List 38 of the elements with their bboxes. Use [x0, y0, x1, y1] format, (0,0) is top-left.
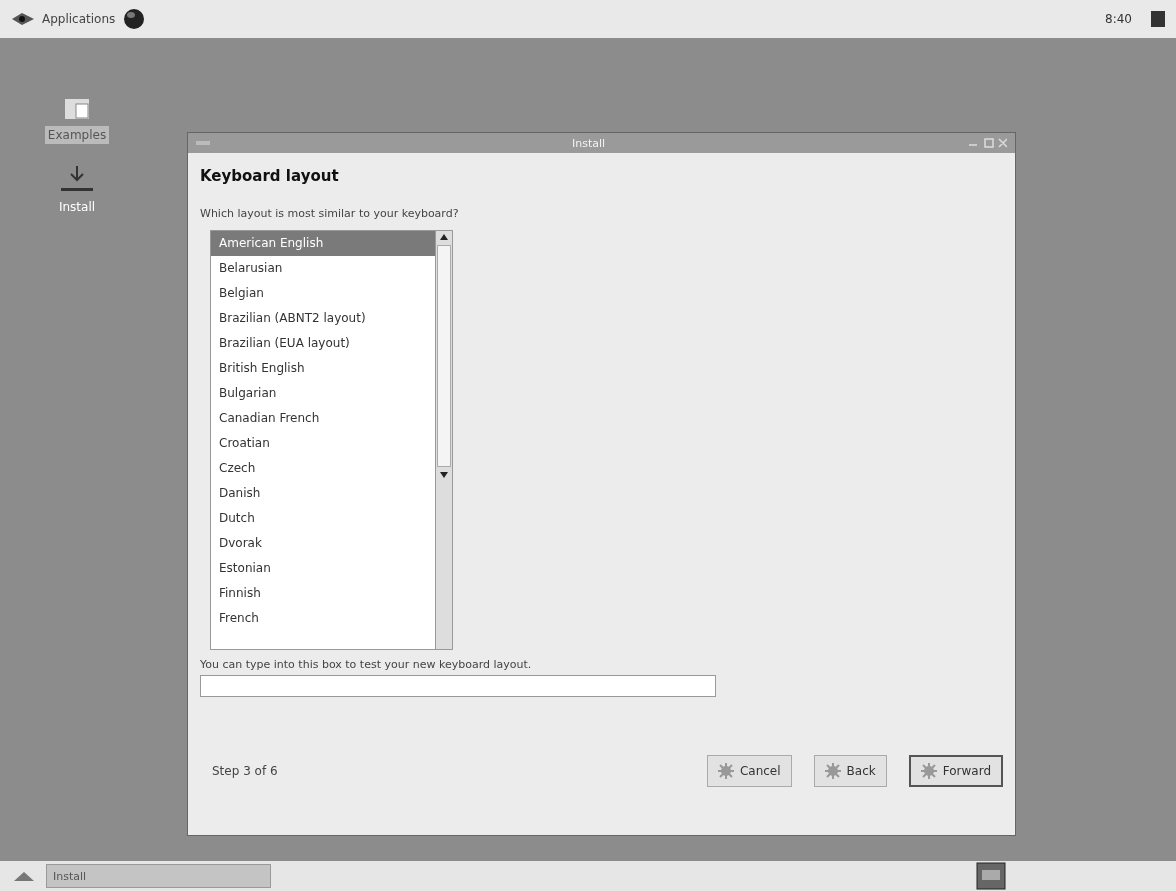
menu-icon — [10, 11, 36, 27]
layout-item[interactable]: Brazilian (ABNT2 layout) — [211, 306, 435, 331]
layout-item[interactable]: Belarusian — [211, 256, 435, 281]
dialog-button[interactable]: Forward — [908, 755, 1003, 787]
layout-item[interactable]: French — [211, 606, 435, 631]
clock: 8:40 — [1105, 12, 1132, 26]
gear-icon — [824, 763, 841, 779]
dialog-button[interactable]: Cancel — [706, 755, 792, 787]
dialog-button[interactable]: Back — [813, 755, 887, 787]
step-indicator: Step 3 of 6 — [212, 764, 278, 778]
layout-item[interactable]: Dutch — [211, 506, 435, 531]
layout-item[interactable]: Dvorak — [211, 531, 435, 556]
layout-item[interactable]: Belgian — [211, 281, 435, 306]
scrollbar[interactable] — [435, 231, 452, 649]
layout-item[interactable]: Brazilian (EUA layout) — [211, 331, 435, 356]
gear-icon — [920, 763, 937, 779]
layout-item[interactable]: American English — [211, 231, 435, 256]
layout-item[interactable]: Croatian — [211, 431, 435, 456]
layout-item[interactable]: Czech — [211, 456, 435, 481]
heading: Keyboard layout — [200, 167, 340, 185]
workspace-icon[interactable] — [976, 862, 1006, 890]
applications-menu[interactable]: Applications — [10, 11, 116, 27]
gear-icon — [717, 763, 734, 779]
folder-icon[interactable] — [64, 96, 90, 122]
layout-item[interactable]: Danish — [211, 481, 435, 506]
prompt-text: Which layout is most similar to your keyboard? — [200, 207, 460, 220]
layout-item[interactable]: Finnish — [211, 581, 435, 606]
desktop-icon-label[interactable]: Examples — [44, 126, 110, 144]
show-desktop-icon[interactable] — [12, 869, 36, 883]
window-title: Install — [570, 136, 607, 150]
layout-item[interactable]: Estonian — [211, 556, 435, 581]
layout-item[interactable]: Canadian French — [211, 406, 435, 431]
layout-item[interactable]: Bulgarian — [211, 381, 435, 406]
test-label: You can type into this box to test your new keyboard layout. — [200, 658, 533, 671]
layout-item[interactable]: British English — [211, 356, 435, 381]
taskbar-button[interactable]: Install — [46, 864, 271, 888]
globe-icon[interactable] — [123, 8, 146, 30]
test-input-field[interactable] — [200, 675, 716, 697]
